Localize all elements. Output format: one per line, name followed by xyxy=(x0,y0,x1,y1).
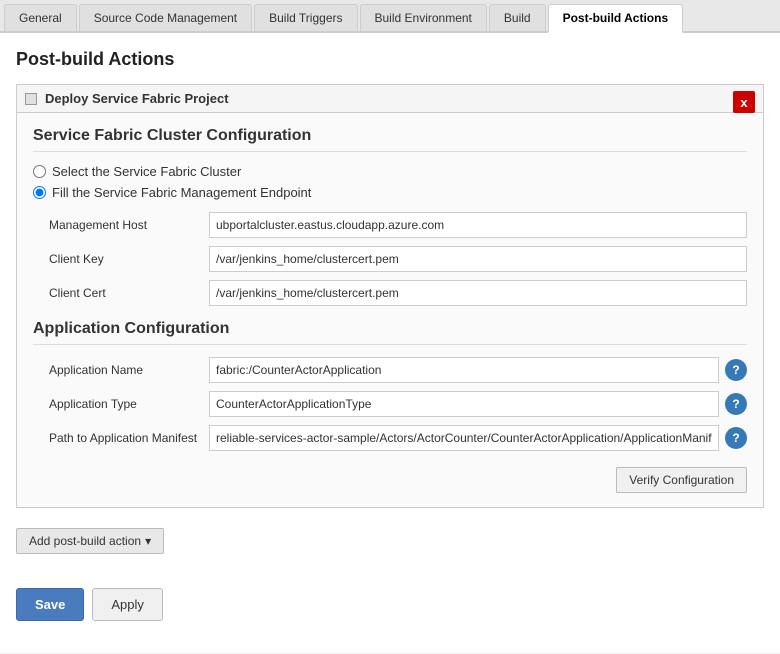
add-post-build-action-button[interactable]: Add post-build action ▾ xyxy=(16,528,164,554)
add-action-dropdown-icon: ▾ xyxy=(145,534,151,548)
radio-select-cluster-label[interactable]: Select the Service Fabric Cluster xyxy=(52,164,241,179)
management-host-label: Management Host xyxy=(49,218,209,232)
radio-select-cluster[interactable] xyxy=(33,165,46,178)
client-cert-row: Client Cert xyxy=(49,280,747,306)
app-config-title: Application Configuration xyxy=(33,320,747,345)
app-name-row: Application Name ? xyxy=(49,357,747,383)
client-key-input[interactable] xyxy=(209,246,747,272)
app-type-input-group: ? xyxy=(209,391,747,417)
tab-build[interactable]: Build xyxy=(489,4,546,31)
app-type-label: Application Type xyxy=(49,397,209,411)
save-button[interactable]: Save xyxy=(16,588,84,621)
app-fields: Application Name ? Application Type ? Pa… xyxy=(49,357,747,451)
tab-build-triggers[interactable]: Build Triggers xyxy=(254,4,357,31)
app-name-input[interactable] xyxy=(209,357,719,383)
app-manifest-label: Path to Application Manifest xyxy=(49,431,209,445)
card-header-icon xyxy=(25,93,37,105)
management-host-input[interactable] xyxy=(209,212,747,238)
app-manifest-row: Path to Application Manifest ? xyxy=(49,425,747,451)
radio-option-fill: Fill the Service Fabric Management Endpo… xyxy=(33,185,747,200)
main-content: Post-build Actions Deploy Service Fabric… xyxy=(0,33,780,653)
tab-build-environment[interactable]: Build Environment xyxy=(360,4,487,31)
card-close-button[interactable]: x xyxy=(733,91,755,113)
page-title: Post-build Actions xyxy=(16,49,764,70)
radio-fill-endpoint-label[interactable]: Fill the Service Fabric Management Endpo… xyxy=(52,185,311,200)
app-name-label: Application Name xyxy=(49,363,209,377)
app-manifest-input[interactable] xyxy=(209,425,719,451)
card-body: Service Fabric Cluster Configuration Sel… xyxy=(17,113,763,507)
tab-post-build-actions[interactable]: Post-build Actions xyxy=(548,4,684,33)
tab-bar: General Source Code Management Build Tri… xyxy=(0,0,780,33)
client-cert-label: Client Cert xyxy=(49,286,209,300)
radio-option-select: Select the Service Fabric Cluster xyxy=(33,164,747,179)
client-key-row: Client Key xyxy=(49,246,747,272)
add-action-label: Add post-build action xyxy=(29,534,141,548)
radio-fill-endpoint[interactable] xyxy=(33,186,46,199)
verify-config-button[interactable]: Verify Configuration xyxy=(616,467,747,493)
deploy-card: Deploy Service Fabric Project x Service … xyxy=(16,84,764,508)
card-header: Deploy Service Fabric Project x xyxy=(17,85,763,113)
app-type-row: Application Type ? xyxy=(49,391,747,417)
app-name-input-group: ? xyxy=(209,357,747,383)
card-header-title: Deploy Service Fabric Project xyxy=(45,91,229,106)
client-key-label: Client Key xyxy=(49,252,209,266)
bottom-bar: Save Apply xyxy=(16,574,764,621)
tab-general[interactable]: General xyxy=(4,4,77,31)
app-manifest-help-button[interactable]: ? xyxy=(725,427,747,449)
app-name-help-button[interactable]: ? xyxy=(725,359,747,381)
radio-group: Select the Service Fabric Cluster Fill t… xyxy=(33,164,747,200)
cluster-config-title: Service Fabric Cluster Configuration xyxy=(33,127,747,152)
app-type-input[interactable] xyxy=(209,391,719,417)
management-host-row: Management Host xyxy=(49,212,747,238)
apply-button[interactable]: Apply xyxy=(92,588,163,621)
cluster-fields: Management Host Client Key Client Cert xyxy=(49,212,747,306)
tab-source-code-management[interactable]: Source Code Management xyxy=(79,4,252,31)
app-manifest-input-group: ? xyxy=(209,425,747,451)
app-type-help-button[interactable]: ? xyxy=(725,393,747,415)
client-cert-input[interactable] xyxy=(209,280,747,306)
